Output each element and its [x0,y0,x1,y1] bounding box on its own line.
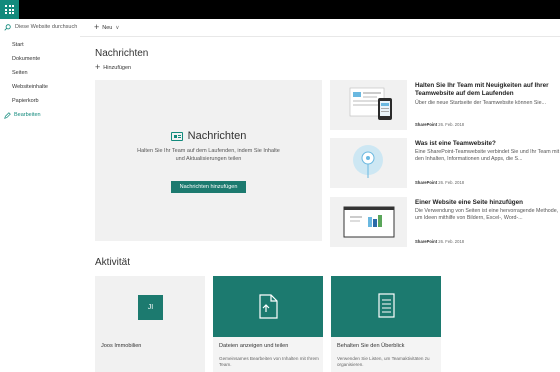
activity-card-banner [213,276,323,337]
nav-item-documents[interactable]: Dokumente [0,52,80,66]
activity-card-label[interactable]: Joos Immobilien [101,343,141,349]
news-card-thumbnail [330,197,407,247]
news-card-title[interactable]: Einer Website eine Seite hinzufügen [415,199,560,207]
news-card-date: 26. Feb. 2018 [438,239,465,244]
add-icon: + [95,62,101,72]
list-icon [378,293,395,318]
news-card-description: Die Verwendung von Seiten ist eine hervo… [415,208,559,221]
new-button[interactable]: Neu [102,25,112,31]
command-bar: + Neu ∨ [80,19,560,37]
activity-card[interactable]: JI Joos Immobilien [95,276,205,372]
activity-card-label[interactable]: Dateien anzeigen und teilen [219,343,288,349]
search-box[interactable]: Diese Website durchsuch [0,19,80,35]
activity-card-banner [331,276,441,337]
news-card-date: 26. Feb. 2018 [438,180,465,185]
news-card-title[interactable]: Halten Sie Ihr Team mit Neuigkeiten auf … [415,82,560,98]
chevron-down-icon[interactable]: ∨ [115,25,119,31]
activity-section-title: Aktivität [95,257,131,268]
news-card[interactable]: Einer Website eine Seite hinzufügen Die … [330,197,560,247]
news-card-description: Über die neue Startseite der Teamwebsite… [415,100,546,106]
suite-bar [0,0,560,19]
activity-card[interactable]: Behalten Sie den Überblick Verwenden Sie… [331,276,441,372]
nav-edit-link[interactable]: Bearbeiten [0,108,80,122]
site-avatar: JI [138,295,163,320]
nav-item-pages[interactable]: Seiten [0,66,80,80]
news-card-title[interactable]: Was ist eine Teamwebsite? [415,140,560,148]
activity-card-description: Gemeinsames Bearbeiten von Inhalten mit … [219,356,319,367]
news-card-meta: SharePoint 26. Feb. 2018 [415,180,464,185]
news-card-thumbnail [330,80,407,130]
document-share-icon [259,294,278,319]
news-card-thumbnail [330,138,407,188]
add-news-button[interactable]: + Hinzufügen [95,63,131,72]
activity-card-description: Verwenden Sie Listen, um Teamaktivitäten… [337,356,430,367]
nav-item-start[interactable]: Start [0,38,80,52]
nav-item-recycle-bin[interactable]: Papierkorb [0,94,80,108]
news-hero-description: Halten Sie Ihr Team auf dem Laufenden, i… [137,148,280,162]
news-card-meta: SharePoint 26. Feb. 2018 [415,122,464,127]
add-icon: + [94,22,100,32]
nav-edit-label: Bearbeiten [14,112,41,118]
news-card[interactable]: Halten Sie Ihr Team mit Neuigkeiten auf … [330,80,560,130]
news-hero-title: Nachrichten [187,130,247,142]
news-card-meta: SharePoint 26. Feb. 2018 [415,239,464,244]
news-hero-placeholder: Nachrichten Halten Sie Ihr Team auf dem … [95,80,322,241]
news-card-author: SharePoint [415,122,438,127]
add-news-label: Hinzufügen [103,64,132,71]
search-input[interactable]: Diese Website durchsuch [15,24,77,30]
nav-item-site-contents[interactable]: Websiteinhalte [0,80,80,94]
news-icon [170,131,183,141]
news-card-date: 26. Feb. 2018 [438,122,465,127]
news-hero-heading: Nachrichten [95,130,322,142]
waffle-icon[interactable] [0,0,19,19]
search-icon [4,23,11,31]
activity-card[interactable]: Dateien anzeigen und teilen Gemeinsames … [213,276,323,372]
news-card-author: SharePoint [415,239,438,244]
news-card-author: SharePoint [415,180,438,185]
activity-card-label[interactable]: Behalten Sie den Überblick [337,343,404,349]
left-navigation: Start Dokumente Seiten Websiteinhalte Pa… [0,38,80,122]
add-news-hero-button[interactable]: Nachrichten hinzufügen [171,181,246,193]
news-section-title: Nachrichten [95,48,149,59]
news-card[interactable]: Was ist eine Teamwebsite? Eine SharePoin… [330,138,560,188]
news-card-description: Eine SharePoint-Teamwebsite verbindet Si… [415,149,560,162]
pencil-icon [4,111,11,119]
